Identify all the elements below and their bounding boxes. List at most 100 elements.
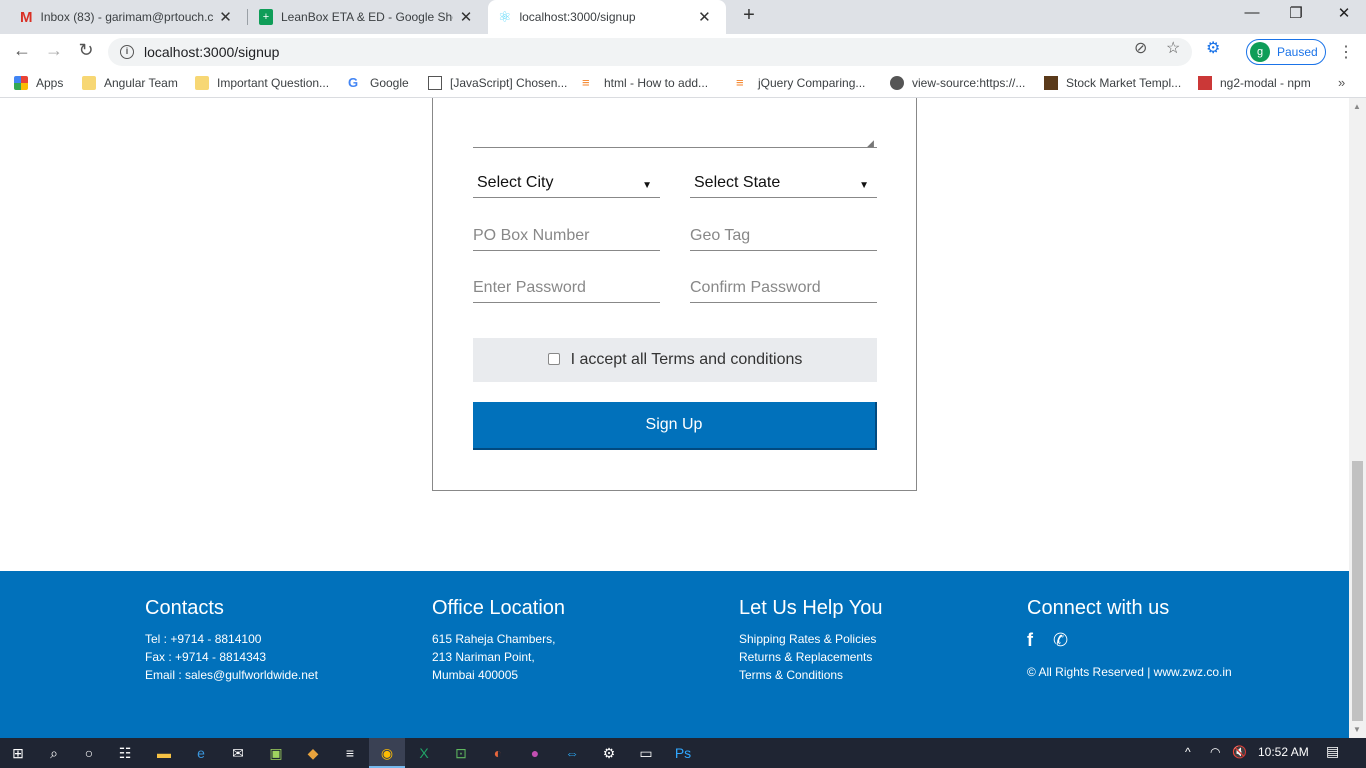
bookmark-view-source[interactable]: view-source:https://... bbox=[890, 76, 1025, 90]
geo-tag-input[interactable]: Geo Tag bbox=[690, 221, 877, 251]
tab-title: localhost:3000/signup bbox=[519, 10, 636, 24]
signup-card: ◢ Select City ▼ Select State ▼ PO Box Nu… bbox=[432, 98, 917, 491]
git-icon[interactable]: ◆ bbox=[303, 743, 323, 763]
folder-icon bbox=[82, 76, 96, 90]
photoshop-icon[interactable]: Ps bbox=[673, 743, 693, 763]
wifi-icon[interactable]: ◠ bbox=[1210, 745, 1220, 759]
file-explorer-icon[interactable]: ▬ bbox=[154, 743, 174, 763]
stackoverflow-icon: ≡ bbox=[736, 75, 744, 90]
app-purple-icon[interactable]: ● bbox=[525, 743, 545, 763]
tray-overflow-icon[interactable]: ^ bbox=[1185, 745, 1191, 759]
mail-icon[interactable]: ✉ bbox=[228, 743, 248, 763]
photos-icon[interactable]: ▣ bbox=[266, 743, 286, 763]
address-bar[interactable]: i localhost:3000/signup bbox=[108, 38, 1192, 66]
close-icon[interactable]: ✕ bbox=[459, 8, 473, 26]
resize-handle-icon[interactable]: ◢ bbox=[867, 138, 874, 149]
bookmark-apps[interactable]: Apps bbox=[14, 76, 63, 90]
facebook-icon[interactable]: f bbox=[1027, 630, 1033, 651]
terms-label: I accept all Terms and conditions bbox=[570, 351, 803, 368]
site-icon bbox=[1044, 76, 1058, 90]
restore-icon[interactable]: ❐ bbox=[1281, 4, 1311, 22]
app-orange-icon[interactable]: ◐ bbox=[488, 743, 508, 763]
tab-gmail[interactable]: M Inbox (83) - garimam@prtouch.com ✕ bbox=[10, 0, 243, 34]
po-box-input[interactable]: PO Box Number bbox=[473, 221, 660, 251]
terminal-icon[interactable]: ▭ bbox=[636, 743, 656, 763]
react-icon: ⚛ bbox=[498, 9, 512, 26]
tab-signup[interactable]: ⚛ localhost:3000/signup ✕ bbox=[488, 0, 726, 34]
teamviewer-icon[interactable]: ⇔ bbox=[562, 743, 582, 763]
reload-icon[interactable]: ↻ bbox=[74, 40, 98, 61]
bookmark-label: Google bbox=[370, 76, 409, 90]
office-line: 213 Nariman Point, bbox=[432, 650, 535, 664]
link-terms[interactable]: Terms & Conditions bbox=[739, 666, 882, 684]
terms-checkbox[interactable] bbox=[547, 353, 560, 365]
bookmark-html-how-to-add[interactable]: ≡ html - How to add... bbox=[582, 76, 708, 91]
new-tab-button[interactable]: + bbox=[738, 4, 760, 27]
network-app-icon[interactable]: ⊡ bbox=[451, 743, 471, 763]
close-icon[interactable]: ✕ bbox=[219, 8, 233, 26]
link-returns[interactable]: Returns & Replacements bbox=[739, 648, 882, 666]
browser-menu-icon[interactable]: ⋮ bbox=[1338, 42, 1354, 62]
state-select[interactable]: Select State ▼ bbox=[690, 168, 877, 198]
tab-sheets[interactable]: + LeanBox ETA & ED - Google Sheets ✕ bbox=[249, 0, 483, 34]
translate-blocked-icon[interactable]: ⊘ bbox=[1134, 38, 1147, 58]
folder-icon bbox=[195, 76, 209, 90]
window-close-icon[interactable]: ✕ bbox=[1329, 4, 1359, 22]
footer-heading: Contacts bbox=[145, 597, 224, 619]
bookmark-star-icon[interactable]: ☆ bbox=[1166, 38, 1180, 58]
windows-taskbar: ⊞ ⌕ ○ ☷ ▬ e ✉ ▣ ◆ ≡ ◉ X ⊡ ◐ ● ⇔ ⚙ ▭ Ps ^… bbox=[0, 738, 1366, 768]
city-select[interactable]: Select City ▼ bbox=[473, 168, 660, 198]
bookmark-important-questions[interactable]: Important Question... bbox=[195, 76, 329, 90]
site-icon bbox=[428, 76, 442, 90]
clock[interactable]: 10:52 AM bbox=[1258, 745, 1309, 759]
password-input[interactable]: Enter Password bbox=[473, 273, 660, 303]
windows-start-icon[interactable]: ⊞ bbox=[8, 743, 28, 763]
search-icon[interactable]: ⌕ bbox=[44, 743, 64, 763]
confirm-password-input[interactable]: Confirm Password bbox=[690, 273, 877, 303]
link-shipping-rates[interactable]: Shipping Rates & Policies bbox=[739, 630, 882, 648]
back-icon[interactable]: ← bbox=[10, 40, 34, 61]
bookmark-javascript-chosen[interactable]: [JavaScript] Chosen... bbox=[428, 76, 567, 90]
task-view-icon[interactable]: ☷ bbox=[115, 743, 135, 763]
remote-app-icon[interactable]: ⚙ bbox=[599, 743, 619, 763]
gmail-icon: M bbox=[20, 8, 33, 26]
bookmark-stock-market[interactable]: Stock Market Templ... bbox=[1044, 76, 1181, 90]
footer-heading: Let Us Help You bbox=[739, 597, 883, 619]
profile-button[interactable]: g Paused bbox=[1246, 39, 1326, 65]
bookmark-ng2-modal[interactable]: ng2-modal - npm bbox=[1198, 76, 1311, 90]
excel-icon[interactable]: X bbox=[414, 743, 434, 763]
close-icon[interactable]: ✕ bbox=[697, 8, 711, 26]
footer-help: Let Us Help You Shipping Rates & Policie… bbox=[739, 597, 882, 684]
edge-icon[interactable]: e bbox=[191, 743, 211, 763]
terms-row: I accept all Terms and conditions bbox=[473, 338, 877, 382]
profile-status: Paused bbox=[1277, 45, 1318, 59]
extension-icon[interactable]: ⚙ bbox=[1206, 38, 1220, 58]
cortana-icon[interactable]: ○ bbox=[79, 743, 99, 763]
notifications-icon[interactable]: ▤ bbox=[1326, 743, 1339, 760]
bookmark-label: Apps bbox=[36, 76, 64, 90]
address-textarea[interactable] bbox=[473, 147, 877, 148]
scroll-down-icon[interactable]: ▼ bbox=[1353, 725, 1361, 734]
po-box-placeholder: PO Box Number bbox=[473, 227, 590, 244]
bookmark-angular-team[interactable]: Angular Team bbox=[82, 76, 178, 90]
apps-grid-icon bbox=[14, 76, 28, 90]
dropdown-arrow-icon: ▼ bbox=[859, 180, 869, 191]
info-icon[interactable]: i bbox=[120, 45, 134, 59]
avatar: g bbox=[1250, 42, 1270, 62]
footer-heading: Connect with us bbox=[1027, 597, 1170, 619]
whatsapp-icon[interactable]: ✆ bbox=[1053, 630, 1068, 651]
scroll-thumb[interactable] bbox=[1352, 461, 1363, 721]
bookmarks-overflow-icon[interactable]: » bbox=[1338, 75, 1345, 90]
volume-muted-icon[interactable]: 🔇 bbox=[1232, 745, 1247, 759]
app-icon[interactable]: ≡ bbox=[340, 743, 360, 763]
forward-icon[interactable]: → bbox=[42, 40, 66, 61]
scroll-up-icon[interactable]: ▲ bbox=[1353, 102, 1361, 111]
bookmark-google[interactable]: G Google bbox=[348, 76, 409, 91]
page-scrollbar[interactable]: ▲ ▼ bbox=[1349, 98, 1366, 738]
bookmark-jquery-comparing[interactable]: ≡ jQuery Comparing... bbox=[736, 75, 865, 91]
sign-up-button[interactable]: Sign Up bbox=[473, 402, 877, 450]
chrome-icon[interactable]: ◉ bbox=[377, 743, 397, 763]
minimize-icon[interactable]: — bbox=[1237, 4, 1267, 21]
social-links: f ✆ bbox=[1027, 630, 1232, 651]
dropdown-arrow-icon: ▼ bbox=[642, 180, 652, 191]
